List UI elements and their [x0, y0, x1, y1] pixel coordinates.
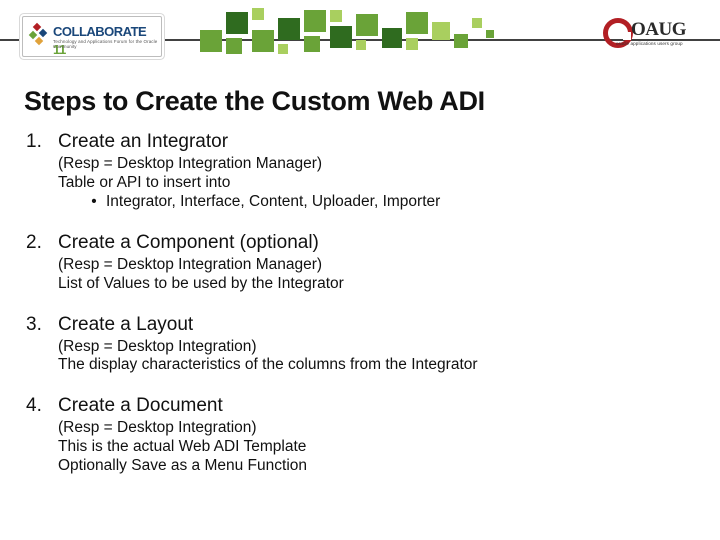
step-subline: • Integrator, Interface, Content, Upload… [58, 193, 696, 212]
step-line: (Resp = Desktop Integration) [58, 419, 696, 438]
step-4: 4. Create a Document (Resp = Desktop Int… [24, 395, 696, 476]
step-heading: Create a Layout [58, 314, 696, 336]
step-body: Create a Layout (Resp = Desktop Integrat… [58, 314, 696, 376]
step-body: Create an Integrator (Resp = Desktop Int… [58, 131, 696, 212]
oaug-logo: OAUG oracle applications users group [603, 18, 698, 50]
step-3: 3. Create a Layout (Resp = Desktop Integ… [24, 314, 696, 376]
step-line: List of Values to be used by the Integra… [58, 275, 696, 294]
step-number: 3. [24, 314, 58, 376]
collaborate-badge: COLLABORATE 11 Technology and Applicatio… [22, 16, 162, 57]
collaborate-word: COLLABORATE [53, 24, 146, 39]
step-number: 4. [24, 395, 58, 476]
step-2: 2. Create a Component (optional) (Resp =… [24, 232, 696, 294]
bullet-icon: • [82, 193, 106, 212]
content: Steps to Create the Custom Web ADI 1. Cr… [0, 68, 720, 476]
step-line: This is the actual Web ADI Template [58, 438, 696, 457]
oaug-subtitle: oracle applications users group [616, 41, 683, 46]
step-heading: Create a Document [58, 395, 696, 417]
header: COLLABORATE 11 Technology and Applicatio… [0, 0, 720, 68]
step-number: 2. [24, 232, 58, 294]
step-subline-text: Integrator, Interface, Content, Uploader… [106, 193, 440, 212]
step-body: Create a Component (optional) (Resp = De… [58, 232, 696, 294]
step-1: 1. Create an Integrator (Resp = Desktop … [24, 131, 696, 212]
collaborate-tagline: Technology and Applications Forum for th… [53, 39, 161, 49]
step-line: Optionally Save as a Menu Function [58, 457, 696, 476]
step-body: Create a Document (Resp = Desktop Integr… [58, 395, 696, 476]
page-title: Steps to Create the Custom Web ADI [24, 86, 696, 117]
step-heading: Create an Integrator [58, 131, 696, 153]
decorative-squares-icon [200, 8, 520, 63]
step-heading: Create a Component (optional) [58, 232, 696, 254]
step-line: (Resp = Desktop Integration Manager) [58, 256, 696, 275]
slide: COLLABORATE 11 Technology and Applicatio… [0, 0, 720, 540]
step-line: Table or API to insert into [58, 174, 696, 193]
oaug-name: OAUG [631, 19, 686, 41]
step-line: The display characteristics of the colum… [58, 356, 696, 375]
step-line: (Resp = Desktop Integration) [58, 338, 696, 357]
step-number: 1. [24, 131, 58, 212]
step-line: (Resp = Desktop Integration Manager) [58, 155, 696, 174]
